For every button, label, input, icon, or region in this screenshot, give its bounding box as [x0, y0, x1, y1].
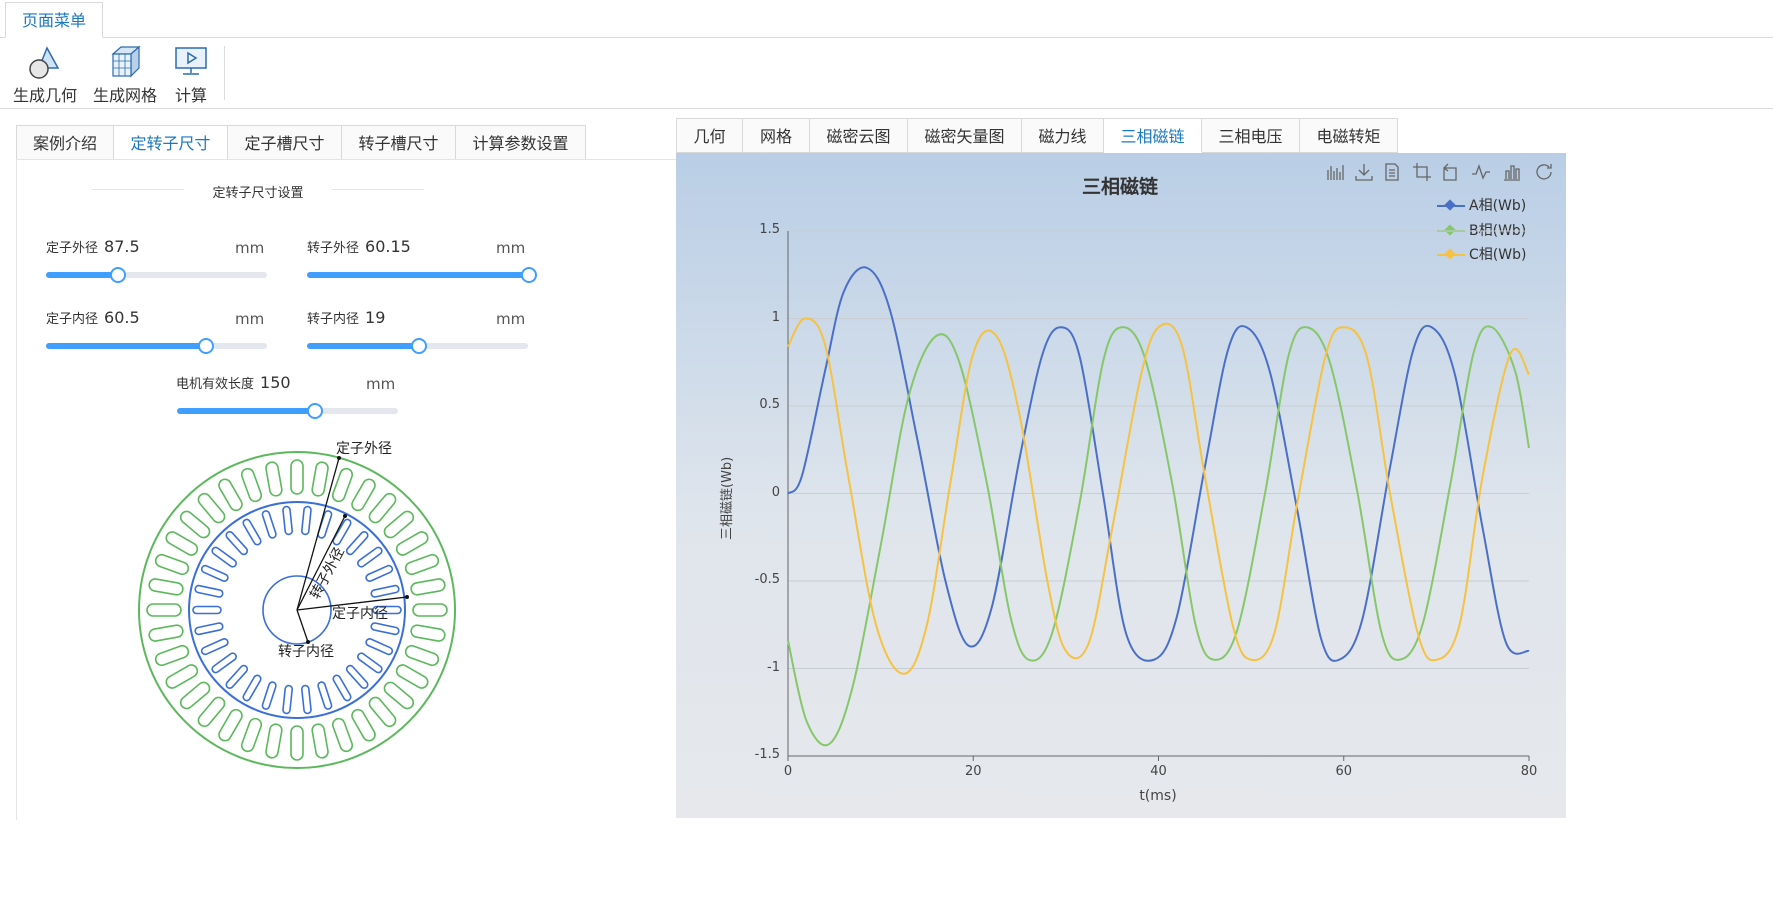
x-tick-label: 40 [1150, 764, 1167, 779]
x-tick-label: 20 [964, 764, 982, 779]
series-line-b[interactable] [787, 325, 1530, 747]
y-tick-label: 0 [771, 484, 780, 500]
x-tick-label: 60 [1335, 764, 1353, 779]
y-tick-label: 1.5 [759, 222, 780, 237]
ribbon-tab-page-menu[interactable]: 页面菜单 [5, 2, 103, 38]
y-tick-label: -0.5 [754, 572, 780, 587]
series-line-c[interactable] [787, 317, 1530, 675]
y-tick-label: -1.5 [754, 747, 780, 762]
plot-series [787, 266, 1530, 747]
x-tick-label: 80 [1520, 764, 1538, 779]
y-tick-label: 0.5 [759, 397, 780, 412]
x-tick-label: 0 [783, 764, 793, 779]
y-tick-label: 1 [771, 309, 780, 325]
plot-grid [787, 230, 1530, 761]
y-tick-label: -1 [767, 659, 780, 675]
flux-linkage-plot [787, 230, 1530, 761]
